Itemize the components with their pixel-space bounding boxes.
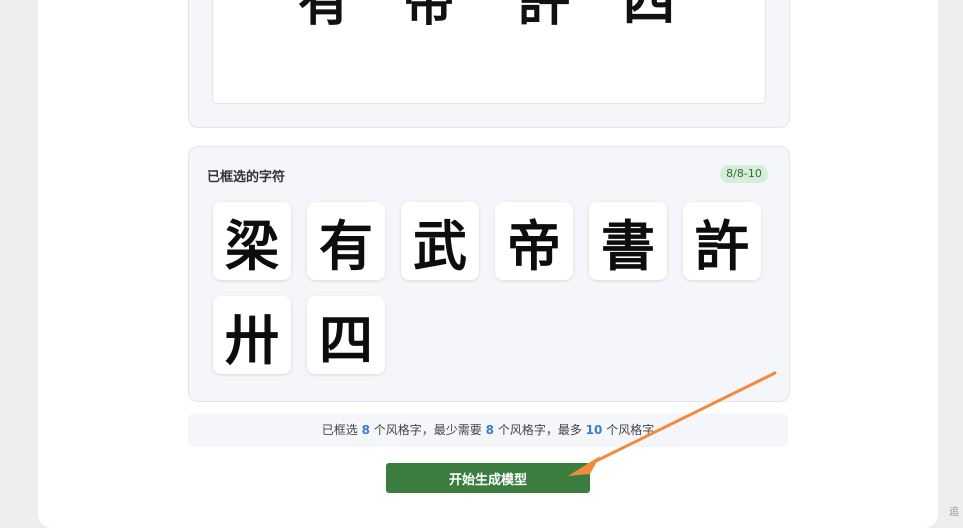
char-tile[interactable]: 梁 <box>213 202 291 280</box>
selection-count-badge: 8/8-10 <box>720 165 768 183</box>
selected-count: 8 <box>361 423 370 437</box>
char-tile[interactable]: 帝 <box>495 202 573 280</box>
preview-glyph: 帝 <box>403 0 456 33</box>
preview-glyph: 有 <box>298 0 351 33</box>
info-suffix: 个风格字 <box>606 423 655 437</box>
preview-image: 有 帝 許 四 <box>212 0 766 104</box>
char-tile[interactable]: 武 <box>401 202 479 280</box>
selected-characters-title: 已框选的字符 <box>207 170 286 185</box>
char-tile[interactable]: 有 <box>307 202 385 280</box>
char-tile[interactable]: 書 <box>589 202 667 280</box>
char-tile[interactable]: 許 <box>683 202 761 280</box>
char-tile[interactable]: 四 <box>307 296 385 374</box>
info-text: 个风格字，最少需要 <box>373 423 482 437</box>
max-count: 10 <box>585 423 603 437</box>
min-count: 8 <box>485 423 494 437</box>
selection-info-bar: 已框选 8 个风格字，最少需要 8 个风格字，最多 10 个风格字 <box>188 413 788 447</box>
preview-glyph: 四 <box>623 0 676 33</box>
start-generate-model-button[interactable]: 开始生成模型 <box>386 463 590 493</box>
char-tile[interactable]: 卅 <box>213 296 291 374</box>
info-prefix: 已框选 <box>321 423 358 437</box>
info-text: 个风格字，最多 <box>497 423 582 437</box>
preview-glyph: 許 <box>518 0 571 33</box>
